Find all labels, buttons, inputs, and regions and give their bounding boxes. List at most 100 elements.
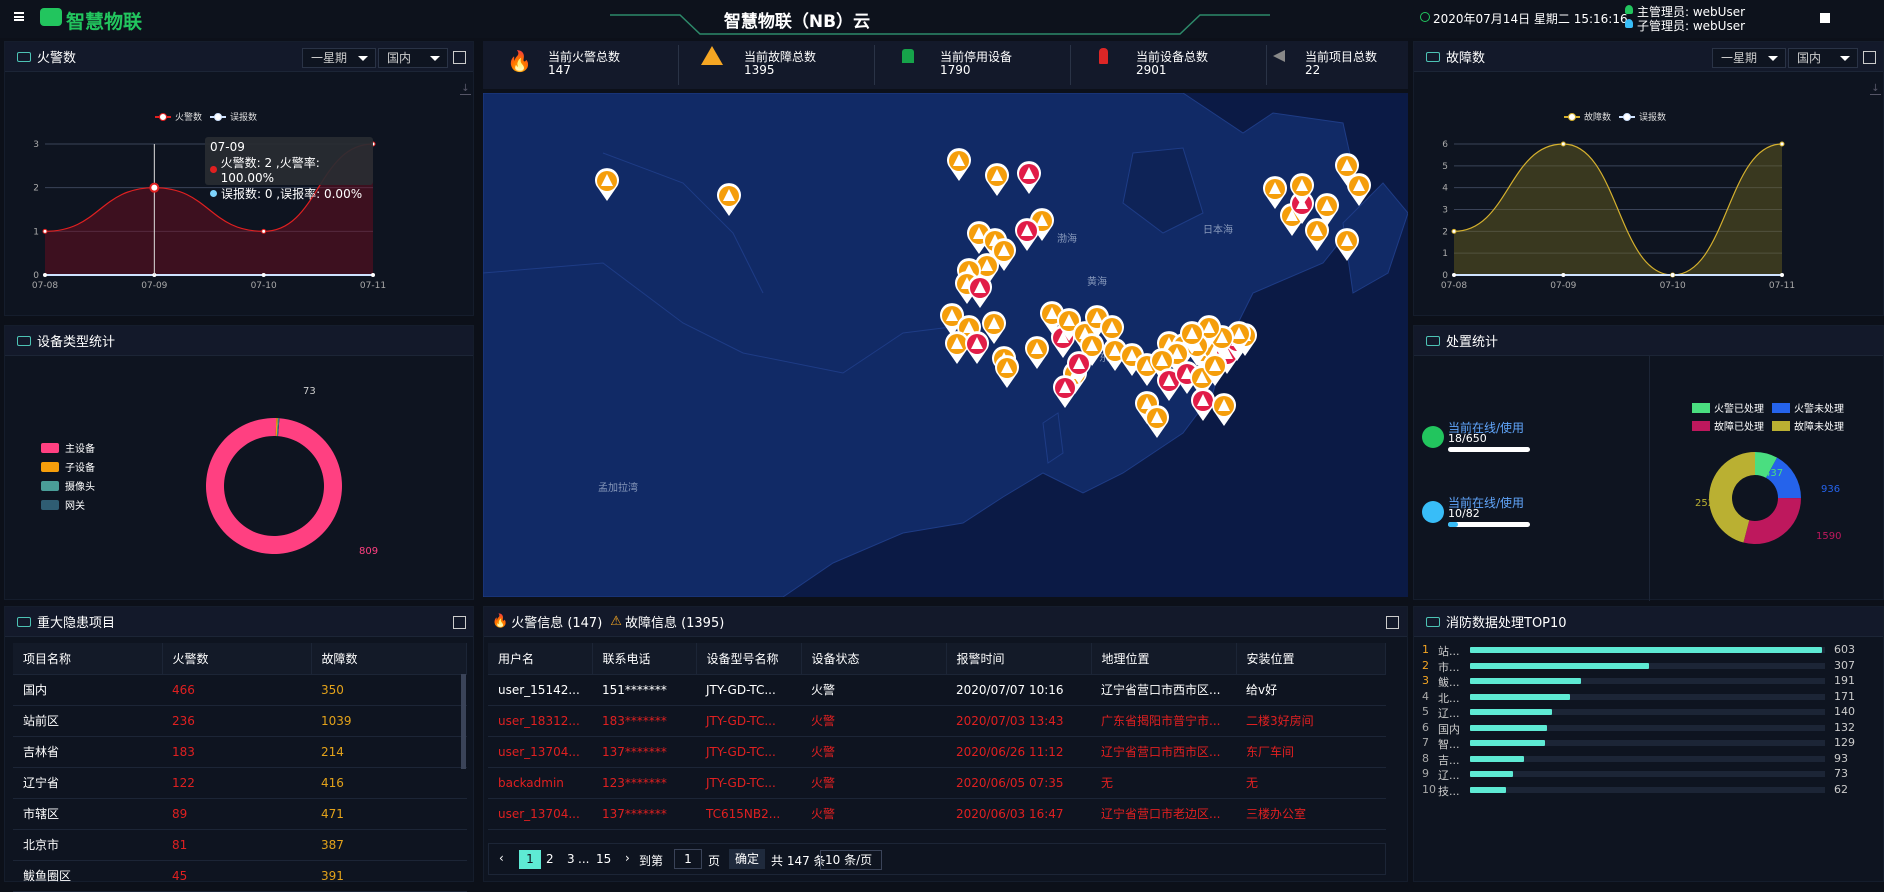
col-header: 设备型号名称 (696, 643, 802, 675)
data-point (1561, 273, 1566, 277)
expand-icon[interactable] (1863, 51, 1876, 64)
top10-panel: 消防数据处理TOP10 1 站... 603 2 市... 307 3 鲅... 191 4 北..… (1413, 606, 1884, 882)
table-cell: 1039 (311, 705, 467, 737)
region-select[interactable]: 国内 (1788, 48, 1858, 68)
legend-label: 误报数 (1639, 111, 1666, 123)
top10-bar-chart: 1 站... 603 2 市... 307 3 鲅... 191 4 北... 171 5 辽... 140… (1414, 643, 1884, 883)
table-row[interactable]: 站前区 236 1039 (13, 705, 467, 737)
china-map[interactable]: 日本海 渤海 黄海 东海 孟加拉湾 (483, 93, 1408, 597)
tab-fire[interactable]: 🔥 火警信息 (147) (492, 612, 602, 631)
period-select[interactable]: 一星期 (302, 48, 376, 68)
x-tick-label: 07-10 (1660, 281, 1686, 291)
map-marker-icon[interactable] (983, 163, 1011, 197)
table-row[interactable]: 辽宁省 122 416 (13, 767, 467, 799)
table-row[interactable]: 鲅鱼圈区 45 391 (13, 860, 467, 892)
prev-page-icon[interactable]: ‹ (499, 851, 504, 865)
page-1[interactable]: 1 (519, 850, 541, 869)
bar-value: 171 (1834, 689, 1855, 703)
total-count: 共 147 条 (771, 854, 826, 868)
map-label: 渤海 (1057, 234, 1077, 245)
region-select[interactable]: 国内 (378, 48, 448, 68)
expand-icon[interactable] (453, 616, 466, 629)
table-row[interactable]: 吉林省 183 214 (13, 736, 467, 768)
legend-label: 摄像头 (65, 482, 95, 493)
top-bar: 智慧物联 智慧物联（NB）云 2020年07月14日 星期二 15:16:16 … (0, 0, 1884, 38)
table-cell: user_18312... (488, 705, 592, 737)
table-row[interactable]: user_13704... 137******* JTY-GD-TC... 火警 202… (488, 736, 1386, 768)
table-row[interactable]: 国内 466 350 (13, 674, 467, 706)
table-row[interactable]: 市辖区 89 471 (13, 798, 467, 830)
panel-title: 故障数 (1446, 51, 1486, 66)
fault-line-chart: 0 1 2 3 4 5 6 07-08 07-09 07-10 07-11 故障数 误报数 (1441, 111, 1795, 291)
map-marker-icon[interactable] (1023, 336, 1051, 370)
table-row[interactable]: user_18312... 183******* JTY-GD-TC... 火警 202… (488, 705, 1386, 737)
map-marker-icon[interactable] (1288, 173, 1316, 207)
pagination: ‹ 1 2 3 ... 15 › 到第 1 页 确定 共 147 条 10 条/… (488, 843, 1386, 875)
bar-track (1470, 771, 1825, 777)
panel-title: 设备类型统计 (37, 335, 116, 350)
monitor-icon (1426, 335, 1440, 346)
page-3[interactable]: 3 (567, 852, 575, 866)
bar (1470, 771, 1513, 777)
table-row[interactable]: user_15142... 151******* JTY-GD-TC... 火警 202… (488, 674, 1386, 706)
goto-input[interactable]: 1 (674, 849, 702, 869)
map-marker-icon[interactable] (715, 183, 743, 217)
map-marker-icon[interactable] (1345, 173, 1373, 207)
bar-label: 辽... (1438, 707, 1460, 720)
map-marker-icon[interactable] (1201, 353, 1229, 387)
next-page-icon[interactable]: › (625, 851, 630, 865)
page-15[interactable]: 15 (596, 852, 611, 866)
table-cell: 471 (311, 798, 467, 830)
col-header: 火警数 (162, 643, 312, 675)
table-cell: 89 (162, 798, 311, 830)
stat-devices: 当前设备总数 2901 (1071, 41, 1266, 81)
table-cell: 二楼3好房间 (1236, 705, 1386, 737)
bar-value: 129 (1834, 736, 1855, 749)
panel-title: 火警数 (37, 51, 77, 66)
chart-tooltip: 07-09 火警数: 2 ,火警率: 100.00% 误报数: 0 ,误报率: … (205, 137, 373, 201)
map-marker-icon[interactable] (1210, 393, 1238, 427)
map-label: 孟加拉湾 (598, 483, 638, 494)
bar-label: 吉... (1438, 753, 1460, 767)
map-marker-icon[interactable] (980, 311, 1008, 345)
expand-icon[interactable] (1386, 616, 1399, 629)
monitor-icon (17, 335, 31, 346)
tab-fault[interactable]: ⚠ 故障信息 (1395) (610, 612, 724, 631)
confirm-button[interactable]: 确定 (729, 849, 765, 869)
warning-icon: ⚠ (610, 614, 622, 629)
table-row[interactable]: 北京市 81 387 (13, 829, 467, 861)
period-select[interactable]: 一星期 (1712, 48, 1786, 68)
legend-marker (214, 113, 222, 121)
col-header: 安装位置 (1236, 643, 1386, 675)
monitor-icon (17, 51, 31, 62)
page-size-select[interactable]: 10 条/页 (820, 850, 882, 870)
rank-label: 1 (1422, 643, 1429, 656)
map-marker-icon[interactable] (593, 168, 621, 202)
table-cell: 市辖区 (13, 798, 162, 830)
map-marker-icon[interactable] (1065, 351, 1093, 385)
map-marker-icon[interactable] (993, 355, 1021, 389)
table-row[interactable]: user_13704... 137******* TC615NB2... 火警 2020… (488, 798, 1386, 830)
monitor-icon (1426, 51, 1440, 62)
bar-value: 191 (1834, 674, 1855, 687)
map-marker-icon[interactable] (1261, 176, 1289, 210)
fullscreen-checkbox[interactable] (1820, 13, 1830, 23)
data-point (1779, 141, 1785, 147)
data-point (1451, 228, 1457, 234)
map-marker-icon[interactable] (1143, 405, 1171, 439)
page-2[interactable]: 2 (546, 852, 554, 866)
map-marker-icon[interactable] (1333, 228, 1361, 262)
map-marker-icon[interactable] (1015, 161, 1043, 195)
x-tick-label: 07-08 (32, 281, 58, 291)
expand-icon[interactable] (453, 51, 466, 64)
table-cell: 东厂车间 (1236, 736, 1386, 768)
map-marker-icon[interactable] (966, 275, 994, 309)
table-row[interactable]: backadmin 123******* JTY-GD-TC... 火警 2020/06… (488, 767, 1386, 799)
scrollbar[interactable] (461, 674, 466, 769)
bar-label: 智... (1438, 738, 1460, 751)
map-marker-icon[interactable] (945, 148, 973, 182)
map-marker-icon[interactable] (1313, 193, 1341, 227)
bar-label: 市... (1438, 660, 1460, 674)
monitor-icon (17, 616, 31, 627)
table-cell: 火警 (801, 736, 946, 768)
